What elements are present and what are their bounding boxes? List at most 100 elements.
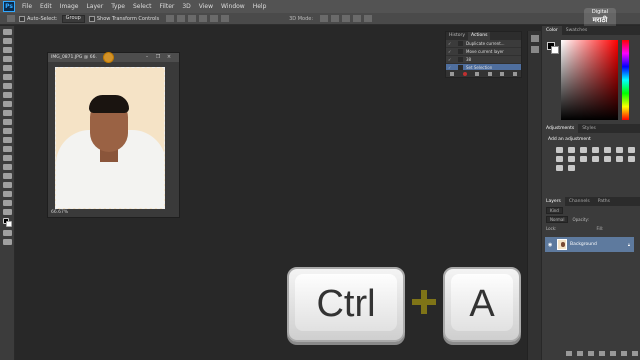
trash-icon[interactable] xyxy=(632,351,638,356)
tab-adjustments[interactable]: Adjustments xyxy=(542,124,579,133)
group-icon[interactable] xyxy=(610,351,616,356)
crop-tool-icon[interactable] xyxy=(2,65,12,71)
selective-color-icon[interactable] xyxy=(556,165,563,171)
eraser-tool-icon[interactable] xyxy=(2,119,12,125)
link-icon[interactable] xyxy=(566,351,572,356)
menu-3d[interactable]: 3D xyxy=(178,3,194,10)
dodge-tool-icon[interactable] xyxy=(2,146,12,152)
action-row[interactable]: ✓ Duplicate current... xyxy=(446,40,521,48)
threshold-icon[interactable] xyxy=(628,156,635,162)
action-row[interactable]: ✓ Move current layer xyxy=(446,48,521,56)
auto-select-mode-dropdown[interactable]: Group xyxy=(61,14,85,23)
brush-tool-icon[interactable] xyxy=(2,92,12,98)
actions-panel-tabs: History Actions xyxy=(446,32,521,40)
menu-type[interactable]: Type xyxy=(107,3,129,10)
close-button[interactable]: × xyxy=(165,54,173,60)
channel-mixer-icon[interactable] xyxy=(580,156,587,162)
quick-select-tool-icon[interactable] xyxy=(2,56,12,62)
history-panel-icon[interactable] xyxy=(530,35,539,42)
portrait-photo[interactable] xyxy=(55,67,165,209)
menu-image[interactable]: Image xyxy=(56,3,83,10)
menu-edit[interactable]: Edit xyxy=(36,3,56,10)
color-swatches[interactable] xyxy=(547,42,559,54)
path-select-tool-icon[interactable] xyxy=(2,173,12,179)
zoom-level[interactable]: 66.67% xyxy=(51,210,68,215)
gradient-map-icon[interactable] xyxy=(568,165,575,171)
new-set-icon[interactable] xyxy=(487,71,492,76)
record-icon[interactable] xyxy=(462,71,467,76)
color-picker-field[interactable] xyxy=(561,40,618,120)
3d-mode-buttons[interactable] xyxy=(317,15,373,22)
gradient-tool-icon[interactable] xyxy=(2,128,12,134)
play-icon[interactable] xyxy=(475,71,480,76)
more-tools-icon[interactable] xyxy=(2,209,12,215)
marquee-tool-icon[interactable] xyxy=(2,38,12,44)
tab-swatches[interactable]: Swatches xyxy=(562,26,592,35)
move-tool-icon[interactable] xyxy=(2,29,12,35)
curves-icon[interactable] xyxy=(580,147,587,153)
levels-icon[interactable] xyxy=(568,147,575,153)
menu-window[interactable]: Window xyxy=(217,3,249,10)
new-layer-icon[interactable] xyxy=(621,351,627,356)
hand-tool-icon[interactable] xyxy=(2,191,12,197)
stamp-tool-icon[interactable] xyxy=(2,101,12,107)
tab-layers[interactable]: Layers xyxy=(542,197,565,206)
background-color-swatch[interactable] xyxy=(6,221,12,227)
invert-icon[interactable] xyxy=(604,156,611,162)
align-buttons[interactable] xyxy=(163,15,230,22)
tab-actions[interactable]: Actions xyxy=(468,32,491,40)
actions-panel-icon[interactable] xyxy=(530,46,539,53)
trash-icon[interactable] xyxy=(512,71,517,76)
move-tool-icon[interactable] xyxy=(4,15,15,22)
maximize-button[interactable]: ❐ xyxy=(154,54,162,60)
blend-mode-dropdown[interactable]: Normal xyxy=(546,216,569,223)
new-action-icon[interactable] xyxy=(500,71,505,76)
dialog-toggle-icon xyxy=(458,41,463,46)
color-lookup-icon[interactable] xyxy=(592,156,599,162)
menu-filter[interactable]: Filter xyxy=(156,3,179,10)
stop-icon[interactable] xyxy=(450,71,455,76)
menu-layer[interactable]: Layer xyxy=(82,3,107,10)
zoom-tool-icon[interactable] xyxy=(2,200,12,206)
screen-mode-icon[interactable] xyxy=(2,239,12,245)
posterize-icon[interactable] xyxy=(616,156,623,162)
quick-mask-icon[interactable] xyxy=(2,230,12,236)
hue-slider[interactable] xyxy=(622,40,629,120)
minimize-button[interactable]: – xyxy=(143,54,151,60)
eye-icon[interactable]: ◉ xyxy=(548,242,554,248)
vibrance-icon[interactable] xyxy=(604,147,611,153)
healing-tool-icon[interactable] xyxy=(2,83,12,89)
color-balance-icon[interactable] xyxy=(628,147,635,153)
eyedropper-tool-icon[interactable] xyxy=(2,74,12,80)
layers-footer-icons xyxy=(566,351,638,356)
history-brush-tool-icon[interactable] xyxy=(2,110,12,116)
show-transform-checkbox[interactable]: Show Transform Controls xyxy=(88,15,159,22)
mask-icon[interactable] xyxy=(588,351,594,356)
tab-color[interactable]: Color xyxy=(542,26,562,35)
tab-channels[interactable]: Channels xyxy=(565,197,594,206)
exposure-icon[interactable] xyxy=(592,147,599,153)
action-row[interactable]: ✓ 38 xyxy=(446,56,521,64)
tab-history[interactable]: History xyxy=(446,32,468,40)
black-white-icon[interactable] xyxy=(556,156,563,162)
menu-file[interactable]: File xyxy=(18,3,36,10)
kind-filter-dropdown[interactable]: Kind xyxy=(546,207,563,214)
menu-view[interactable]: View xyxy=(195,3,217,10)
tab-paths[interactable]: Paths xyxy=(594,197,614,206)
photo-filter-icon[interactable] xyxy=(568,156,575,162)
lasso-tool-icon[interactable] xyxy=(2,47,12,53)
hue-saturation-icon[interactable] xyxy=(616,147,623,153)
tab-styles[interactable]: Styles xyxy=(578,124,600,133)
blur-tool-icon[interactable] xyxy=(2,137,12,143)
menu-help[interactable]: Help xyxy=(249,3,271,10)
layer-background[interactable]: ◉ Background 🔒︎ xyxy=(545,237,634,252)
menu-select[interactable]: Select xyxy=(129,3,156,10)
auto-select-checkbox[interactable]: Auto-Select: xyxy=(19,15,58,22)
adjustment-layer-icon[interactable] xyxy=(599,351,605,356)
pen-tool-icon[interactable] xyxy=(2,155,12,161)
fx-icon[interactable] xyxy=(577,351,583,356)
brightness-icon[interactable] xyxy=(556,147,563,153)
type-tool-icon[interactable] xyxy=(2,164,12,170)
background-color-swatch[interactable] xyxy=(551,46,559,54)
shape-tool-icon[interactable] xyxy=(2,182,12,188)
